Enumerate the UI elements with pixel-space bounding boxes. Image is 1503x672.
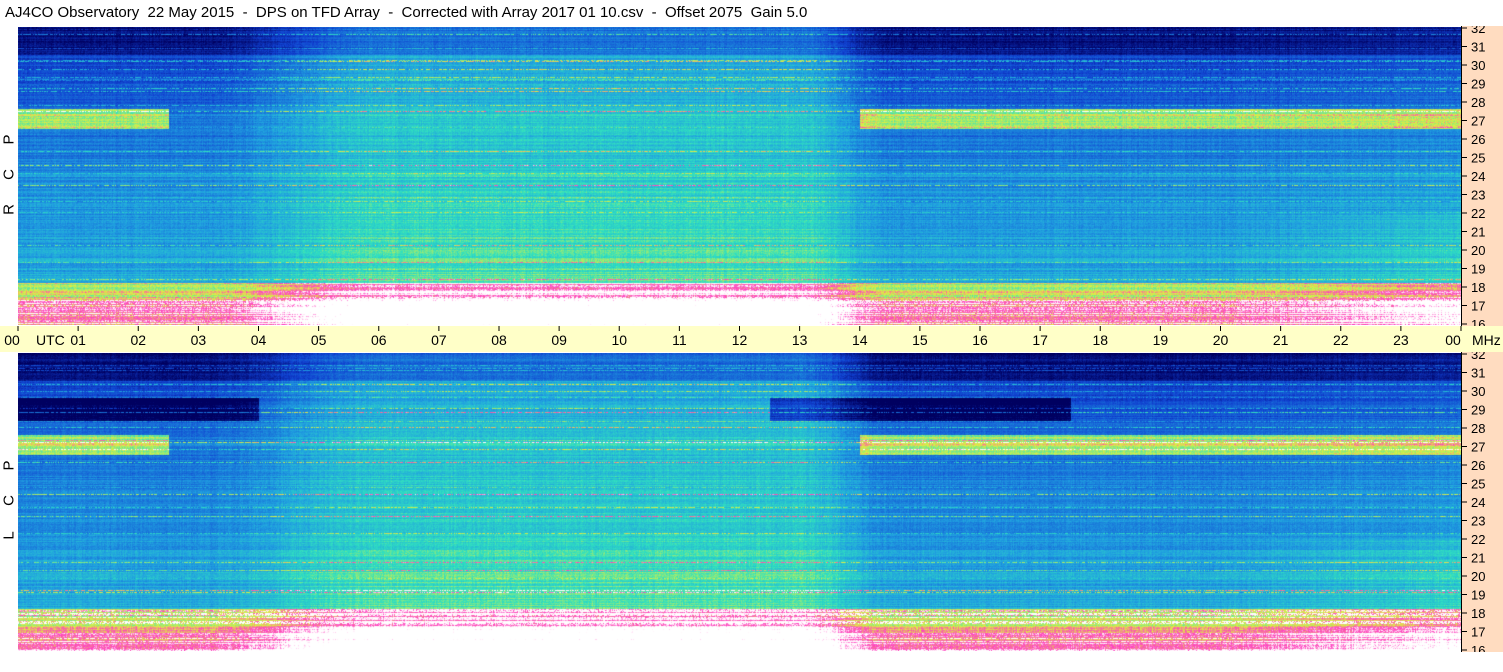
time-axis: 00 01 02 03 04 05 06 07 08 09 10 11 12 13 14 15 16 17 18 19… [0,326,1503,352]
freq-tick-label: 22 [1471,206,1485,221]
time-tick-label: 07 [431,332,447,348]
unit-label: MHz [1472,332,1501,348]
freq-tick-label: 31 [1471,40,1485,55]
freq-tick-label: 28 [1471,95,1485,110]
frequency-axis-top: 32 31 30 29 28 27 26 25 24 23 22 21 20 19 18 17 16 [1461,21,1503,332]
freq-tick-label: 17 [1471,299,1485,314]
freq-tick-label: 29 [1471,77,1485,92]
freq-tick-label: 20 [1471,569,1485,584]
chart-title: AJ4CO Observatory 22 May 2015 - DPS on T… [5,4,808,21]
time-tick-label: 14 [852,332,868,348]
freq-tick-label: 22 [1471,532,1485,547]
time-tick-label: 04 [251,332,267,348]
time-tick-label: 15 [912,332,928,348]
time-tick-label: 19 [1153,332,1169,348]
freq-tick-label: 26 [1471,458,1485,473]
time-tick-label: 13 [792,332,808,348]
freq-tick-label: 17 [1471,625,1485,640]
freq-tick-label: 27 [1471,114,1485,129]
freq-tick-label: 28 [1471,421,1485,436]
time-tick-label: 23 [1393,332,1409,348]
pol-letter: C [0,495,18,506]
time-tick-label: 02 [130,332,146,348]
freq-tick-label: 32 [1471,352,1485,362]
pol-letter: C [0,169,18,180]
time-tick-label: 00 [1445,332,1461,348]
polarization-label-bottom: P C L [0,352,18,652]
freq-tick-label: 16 [1471,643,1485,652]
time-tick-label: 11 [672,332,687,348]
time-tick-label: 22 [1333,332,1349,348]
freq-tick-label: 26 [1471,132,1485,147]
freq-tick-label: 30 [1471,58,1485,73]
freq-tick-label: 25 [1471,151,1485,166]
polarization-label-top: P C R [0,26,18,326]
time-tick-label: 10 [611,332,627,348]
pol-letter: P [0,460,18,471]
time-tick-label: 00 [4,332,20,348]
time-tick-label: 17 [1032,332,1048,348]
time-tick-label: 05 [311,332,327,348]
time-axis-svg: 00 01 02 03 04 05 06 07 08 09 10 11 12 13 14 15 16 17 18 19… [4,326,1501,348]
time-tick-label: 21 [1273,332,1289,348]
time-tick-label: 18 [1092,332,1108,348]
freq-tick-label: 31 [1471,366,1485,381]
pol-letter: R [0,204,18,215]
frequency-axis-svg: 32 31 30 29 28 27 26 25 24 23 22 21 20 19 18 17 16 [1461,347,1485,658]
time-tick-label: 09 [551,332,567,348]
freq-tick-label: 32 [1471,26,1485,36]
time-tick-label: 20 [1213,332,1229,348]
freq-tick-label: 29 [1471,403,1485,418]
frequency-axis-svg: 32 31 30 29 28 27 26 25 24 23 22 21 20 19 18 17 16 [1461,21,1485,332]
freq-tick-label: 20 [1471,243,1485,258]
freq-tick-label: 25 [1471,477,1485,492]
frequency-axis-bottom: 32 31 30 29 28 27 26 25 24 23 22 21 20 19 18 17 16 [1461,347,1503,658]
freq-tick-label: 21 [1471,225,1485,240]
spectrogram-canvas-rcp [18,27,1461,325]
freq-tick-label: 19 [1471,262,1485,277]
time-tick-label: 16 [972,332,988,348]
freq-tick-label: 19 [1471,588,1485,603]
time-tick-label: 06 [371,332,387,348]
freq-tick-label: 27 [1471,440,1485,455]
freq-tick-label: 30 [1471,384,1485,399]
time-tick-label: 08 [491,332,507,348]
pol-letter: L [0,531,18,540]
spectrogram-canvas-lcp [18,353,1461,651]
time-tick-label: 01 [70,332,86,348]
time-tick-label: 12 [732,332,748,348]
utc-label: UTC [36,332,65,348]
spectrogram-rcp [18,27,1461,325]
spectrogram-lcp [18,353,1461,651]
freq-tick-label: 16 [1471,317,1485,326]
pol-letter: P [0,134,18,145]
freq-tick-label: 23 [1471,514,1485,529]
freq-tick-label: 24 [1471,169,1485,184]
time-tick-label: 03 [191,332,207,348]
freq-tick-label: 18 [1471,280,1485,295]
freq-tick-label: 23 [1471,188,1485,203]
freq-tick-label: 24 [1471,495,1485,510]
freq-tick-label: 18 [1471,606,1485,621]
freq-tick-label: 21 [1471,551,1485,566]
